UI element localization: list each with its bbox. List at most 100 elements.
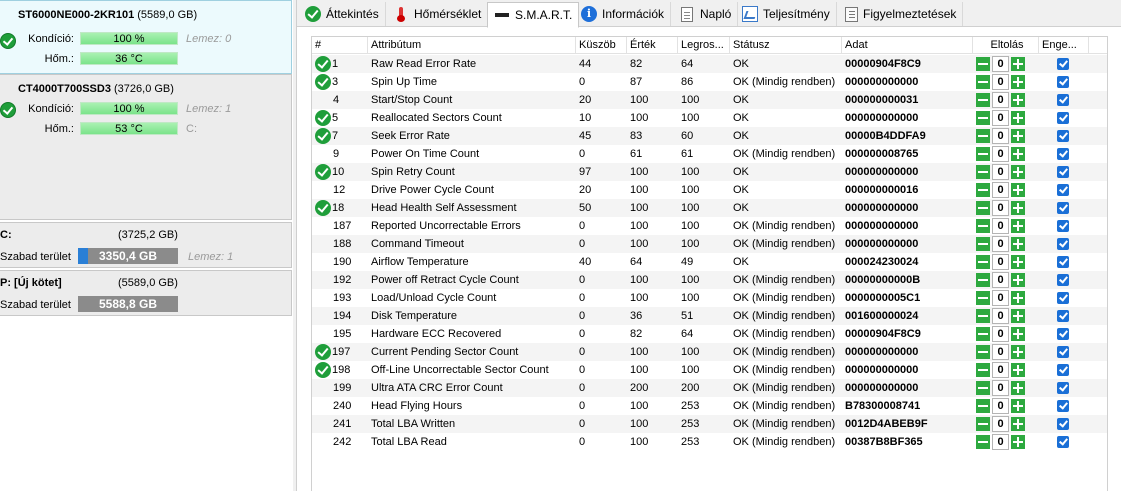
increment-offset-button[interactable] — [1011, 273, 1025, 287]
disk-item-1[interactable]: CT4000T700SSD3 (3726,0 GB) Kondíció: 100… — [0, 74, 292, 220]
increment-offset-button[interactable] — [1011, 399, 1025, 413]
increment-offset-button[interactable] — [1011, 75, 1025, 89]
increment-offset-button[interactable] — [1011, 147, 1025, 161]
offset-value[interactable]: 0 — [992, 344, 1009, 360]
col-header-status[interactable]: Státusz — [730, 37, 842, 54]
decrement-offset-button[interactable] — [976, 93, 990, 107]
col-header-worst[interactable]: Legros... — [678, 37, 730, 54]
col-header-offset[interactable]: Eltolás — [973, 37, 1039, 54]
offset-value[interactable]: 0 — [992, 74, 1009, 90]
table-row[interactable]: 199 Ultra ATA CRC Error Count 0 200 200 OK (M… — [312, 379, 1107, 397]
enable-checkbox[interactable] — [1057, 418, 1069, 430]
decrement-offset-button[interactable] — [976, 147, 990, 161]
decrement-offset-button[interactable] — [976, 255, 990, 269]
tab-alerts[interactable]: Figyelmeztetések — [839, 2, 964, 26]
enable-checkbox[interactable] — [1057, 112, 1069, 124]
decrement-offset-button[interactable] — [976, 381, 990, 395]
increment-offset-button[interactable] — [1011, 381, 1025, 395]
offset-value[interactable]: 0 — [992, 128, 1009, 144]
increment-offset-button[interactable] — [1011, 291, 1025, 305]
table-row[interactable]: 241 Total LBA Written 0 100 253 OK (Mindig re… — [312, 415, 1107, 433]
tab-performance[interactable]: Teljesítmény — [736, 2, 837, 26]
decrement-offset-button[interactable] — [976, 327, 990, 341]
offset-value[interactable]: 0 — [992, 92, 1009, 108]
table-row[interactable]: 18 Head Health Self Assessment 50 100 100 OK 0… — [312, 199, 1107, 217]
decrement-offset-button[interactable] — [976, 57, 990, 71]
increment-offset-button[interactable] — [1011, 183, 1025, 197]
table-row[interactable]: 188 Command Timeout 0 100 100 OK (Mindig rend… — [312, 235, 1107, 253]
decrement-offset-button[interactable] — [976, 183, 990, 197]
decrement-offset-button[interactable] — [976, 201, 990, 215]
increment-offset-button[interactable] — [1011, 111, 1025, 125]
offset-value[interactable]: 0 — [992, 56, 1009, 72]
offset-value[interactable]: 0 — [992, 416, 1009, 432]
decrement-offset-button[interactable] — [976, 165, 990, 179]
enable-checkbox[interactable] — [1057, 220, 1069, 232]
table-row[interactable]: 1 Raw Read Error Rate 44 82 64 OK 00000904F8C9… — [312, 55, 1107, 73]
decrement-offset-button[interactable] — [976, 129, 990, 143]
decrement-offset-button[interactable] — [976, 111, 990, 125]
decrement-offset-button[interactable] — [976, 291, 990, 305]
offset-value[interactable]: 0 — [992, 308, 1009, 324]
increment-offset-button[interactable] — [1011, 201, 1025, 215]
offset-value[interactable]: 0 — [992, 434, 1009, 450]
table-row[interactable]: 194 Disk Temperature 0 36 51 OK (Mindig rendb… — [312, 307, 1107, 325]
enable-checkbox[interactable] — [1057, 202, 1069, 214]
enable-checkbox[interactable] — [1057, 94, 1069, 106]
table-row[interactable]: 5 Reallocated Sectors Count 10 100 100 OK 0000… — [312, 109, 1107, 127]
table-row[interactable]: 9 Power On Time Count 0 61 61 OK (Mindig rend… — [312, 145, 1107, 163]
increment-offset-button[interactable] — [1011, 435, 1025, 449]
table-row[interactable]: 10 Spin Retry Count 97 100 100 OK 000000000000… — [312, 163, 1107, 181]
offset-value[interactable]: 0 — [992, 254, 1009, 270]
increment-offset-button[interactable] — [1011, 363, 1025, 377]
table-row[interactable]: 3 Spin Up Time 0 87 86 OK (Mindig rendben) 000… — [312, 73, 1107, 91]
offset-value[interactable]: 0 — [992, 110, 1009, 126]
offset-value[interactable]: 0 — [992, 200, 1009, 216]
col-header-id[interactable]: # — [312, 37, 368, 54]
decrement-offset-button[interactable] — [976, 309, 990, 323]
enable-checkbox[interactable] — [1057, 382, 1069, 394]
increment-offset-button[interactable] — [1011, 309, 1025, 323]
tab-smart[interactable]: S.M.A.R.T. — [487, 2, 580, 28]
enable-checkbox[interactable] — [1057, 364, 1069, 376]
table-row[interactable]: 192 Power off Retract Cycle Count 0 100 100 O… — [312, 271, 1107, 289]
increment-offset-button[interactable] — [1011, 129, 1025, 143]
increment-offset-button[interactable] — [1011, 57, 1025, 71]
decrement-offset-button[interactable] — [976, 363, 990, 377]
increment-offset-button[interactable] — [1011, 327, 1025, 341]
enable-checkbox[interactable] — [1057, 400, 1069, 412]
offset-value[interactable]: 0 — [992, 146, 1009, 162]
enable-checkbox[interactable] — [1057, 274, 1069, 286]
decrement-offset-button[interactable] — [976, 399, 990, 413]
col-header-data[interactable]: Adat — [842, 37, 973, 54]
table-row[interactable]: 187 Reported Uncorrectable Errors 0 100 100 O… — [312, 217, 1107, 235]
table-row[interactable]: 197 Current Pending Sector Count 0 100 100 OK… — [312, 343, 1107, 361]
enable-checkbox[interactable] — [1057, 238, 1069, 250]
enable-checkbox[interactable] — [1057, 346, 1069, 358]
table-row[interactable]: 12 Drive Power Cycle Count 20 100 100 OK 00000… — [312, 181, 1107, 199]
table-row[interactable]: 7 Seek Error Rate 45 83 60 OK 00000B4DDFA9 0 — [312, 127, 1107, 145]
col-header-value[interactable]: Érték — [627, 37, 678, 54]
increment-offset-button[interactable] — [1011, 417, 1025, 431]
tab-log[interactable]: Napló — [673, 2, 739, 26]
disk-item-0[interactable]: ST6000NE000-2KR101 (5589,0 GB) Kondíció:… — [0, 0, 292, 74]
decrement-offset-button[interactable] — [976, 417, 990, 431]
table-row[interactable]: 242 Total LBA Read 0 100 253 OK (Mindig rendb… — [312, 433, 1107, 451]
enable-checkbox[interactable] — [1057, 58, 1069, 70]
offset-value[interactable]: 0 — [992, 380, 1009, 396]
col-header-attribute[interactable]: Attribútum — [368, 37, 576, 54]
increment-offset-button[interactable] — [1011, 345, 1025, 359]
enable-checkbox[interactable] — [1057, 76, 1069, 88]
increment-offset-button[interactable] — [1011, 237, 1025, 251]
enable-checkbox[interactable] — [1057, 130, 1069, 142]
table-row[interactable]: 193 Load/Unload Cycle Count 0 100 100 OK (Min… — [312, 289, 1107, 307]
decrement-offset-button[interactable] — [976, 435, 990, 449]
decrement-offset-button[interactable] — [976, 219, 990, 233]
decrement-offset-button[interactable] — [976, 273, 990, 287]
offset-value[interactable]: 0 — [992, 272, 1009, 288]
offset-value[interactable]: 0 — [992, 218, 1009, 234]
decrement-offset-button[interactable] — [976, 75, 990, 89]
table-row[interactable]: 198 Off-Line Uncorrectable Sector Count 0 1… — [312, 361, 1107, 379]
table-row[interactable]: 190 Airflow Temperature 40 64 49 OK 0000242300… — [312, 253, 1107, 271]
increment-offset-button[interactable] — [1011, 165, 1025, 179]
